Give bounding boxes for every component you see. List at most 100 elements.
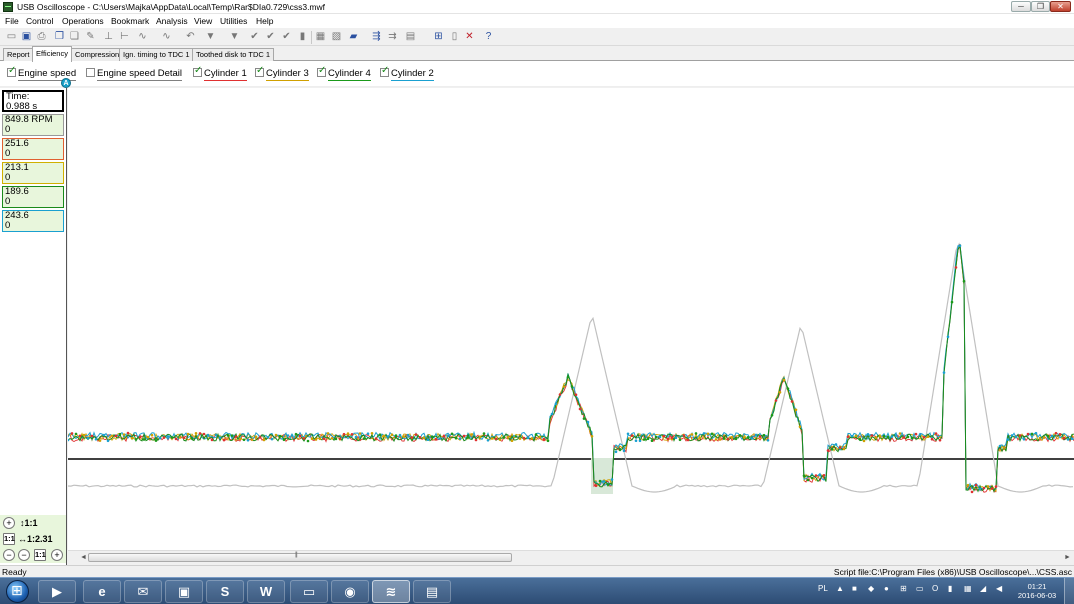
sample-dot: [318, 437, 322, 441]
waveform-canvas[interactable]: [68, 88, 1074, 550]
maximize-button[interactable]: ❐: [1031, 1, 1050, 12]
marker-icon[interactable]: ▼: [204, 31, 217, 43]
checkbox[interactable]: [86, 68, 95, 77]
tab-toothed-disk[interactable]: Toothed disk to TDC 1: [192, 48, 275, 61]
edit-icon[interactable]: ✎: [84, 31, 97, 43]
tab-report[interactable]: Report: [3, 48, 34, 61]
thunderbird-icon[interactable]: ✉: [124, 580, 162, 603]
close-window-button[interactable]: ✕: [1050, 1, 1071, 12]
close-icon[interactable]: ✕: [463, 31, 476, 43]
system-clock[interactable]: 01:21 2016-06-03: [1016, 582, 1058, 600]
tray-monitor-icon[interactable]: ▭: [916, 584, 925, 593]
tray-windows-icon[interactable]: ⊞: [900, 584, 909, 593]
trigger2-icon[interactable]: ⇉: [386, 31, 399, 43]
channel-cylinder-2[interactable]: Cylinder 2: [380, 65, 434, 81]
fit-y-button[interactable]: 1:1: [3, 533, 15, 545]
sample-dot: [686, 438, 690, 442]
tray-device-icon[interactable]: ▮: [948, 584, 957, 593]
marker2-icon[interactable]: ▼: [228, 31, 241, 43]
view-icon[interactable]: ▯: [448, 31, 461, 43]
sample-dot: [726, 437, 730, 441]
sample-dot: [122, 433, 126, 436]
trigger-icon[interactable]: ⇶: [370, 31, 383, 43]
tray-flag-icon[interactable]: ■: [852, 584, 861, 593]
sample-dot: [1022, 437, 1026, 441]
waveform-plot[interactable]: [68, 88, 1074, 550]
zoom-in-y-button[interactable]: +: [3, 517, 15, 529]
horizontal-scrollbar[interactable]: ◄ ►: [68, 550, 1074, 565]
channel-cylinder-3[interactable]: Cylinder 3: [255, 65, 309, 81]
checkbox[interactable]: [7, 65, 16, 77]
explorer-icon[interactable]: ▭: [290, 580, 328, 603]
open-icon[interactable]: ▭: [5, 31, 18, 43]
sample-dot: [406, 433, 410, 437]
block-icon[interactable]: ▮: [296, 31, 309, 43]
channel-cylinder-1[interactable]: Cylinder 1: [193, 65, 247, 81]
tab-efficiency[interactable]: Efficiency: [32, 46, 72, 62]
check-icon[interactable]: ✔: [248, 31, 261, 43]
menu-utilities[interactable]: Utilities: [220, 16, 247, 26]
sample-dot: [90, 434, 94, 438]
menu-view[interactable]: View: [194, 16, 212, 26]
checkbox[interactable]: [380, 65, 389, 77]
scroll-left-arrow[interactable]: ◄: [80, 554, 87, 561]
measure-icon[interactable]: ⊢: [118, 31, 131, 43]
channel-engine-speed-detail[interactable]: Engine speed Detail: [86, 68, 183, 81]
channel-cylinder-4[interactable]: Cylinder 4: [317, 65, 371, 81]
check3-icon[interactable]: ✔: [280, 31, 293, 43]
start-button[interactable]: [6, 580, 29, 603]
checkbox[interactable]: [255, 65, 264, 77]
chrome-icon[interactable]: ◉: [331, 580, 369, 603]
tab-compression[interactable]: Compression: [71, 48, 124, 61]
scroll-right-arrow[interactable]: ►: [1064, 554, 1071, 561]
tray-arrow-icon[interactable]: ▲: [836, 584, 845, 593]
pictures-icon[interactable]: ▣: [165, 580, 203, 603]
copy2-icon[interactable]: ❏: [68, 31, 81, 43]
menu-control[interactable]: Control: [26, 16, 53, 26]
zoom-in-x-button[interactable]: +: [51, 549, 63, 561]
block3-icon[interactable]: ▧: [330, 31, 343, 43]
cursor-a-marker[interactable]: A: [61, 78, 71, 88]
media-player-icon[interactable]: ▶: [38, 580, 76, 603]
tray-network-icon[interactable]: ▦: [964, 584, 973, 593]
menu-bookmark[interactable]: Bookmark: [111, 16, 149, 26]
language-indicator[interactable]: PL: [818, 584, 830, 593]
cursor-icon[interactable]: ⊥: [102, 31, 115, 43]
scroll-thumb[interactable]: [88, 552, 512, 562]
menu-help[interactable]: Help: [256, 16, 273, 26]
word-icon[interactable]: W: [247, 580, 285, 603]
menu-operations[interactable]: Operations: [62, 16, 104, 26]
show-desktop-button[interactable]: [1064, 578, 1074, 604]
menu-analysis[interactable]: Analysis: [156, 16, 188, 26]
sample-dot: [670, 436, 674, 439]
save-icon[interactable]: ▣: [20, 31, 33, 43]
print-icon[interactable]: ⎙: [35, 31, 48, 43]
winrar-icon[interactable]: ▤: [413, 580, 451, 603]
zoom-icon[interactable]: ⊞: [432, 31, 445, 43]
skype-icon[interactable]: S: [206, 580, 244, 603]
folder-icon[interactable]: ▰: [347, 31, 360, 43]
checkbox[interactable]: [317, 65, 326, 77]
check2-icon[interactable]: ✔: [264, 31, 277, 43]
tab-ign-timing[interactable]: Ign. timing to TDC 1: [119, 48, 194, 61]
minimize-button[interactable]: ─: [1011, 1, 1031, 12]
oscilloscope-icon[interactable]: ≋: [372, 580, 410, 603]
tray-acrobat-icon[interactable]: ◆: [868, 584, 877, 593]
checkbox[interactable]: [193, 65, 202, 77]
menu-file[interactable]: File: [5, 16, 19, 26]
block2-icon[interactable]: ▦: [314, 31, 327, 43]
fit-x-button[interactable]: 1:1: [34, 549, 46, 561]
tray-update-icon[interactable]: ●: [884, 584, 893, 593]
zoom-out-button[interactable]: −: [18, 549, 30, 561]
internet-explorer-icon[interactable]: e: [83, 580, 121, 603]
help-icon[interactable]: ?: [482, 31, 495, 43]
wave-icon[interactable]: ∿: [136, 31, 149, 43]
undo-icon[interactable]: ↶: [184, 31, 197, 43]
copy-icon[interactable]: ❐: [53, 31, 66, 43]
zoom-out-x-button[interactable]: −: [3, 549, 15, 561]
tray-signal-icon[interactable]: ◢: [980, 584, 989, 593]
tray-volume-icon[interactable]: ◀: [996, 584, 1005, 593]
tray-o-icon[interactable]: O: [932, 584, 941, 593]
wave2-icon[interactable]: ∿: [160, 31, 173, 43]
display-icon[interactable]: ▤: [404, 31, 417, 43]
